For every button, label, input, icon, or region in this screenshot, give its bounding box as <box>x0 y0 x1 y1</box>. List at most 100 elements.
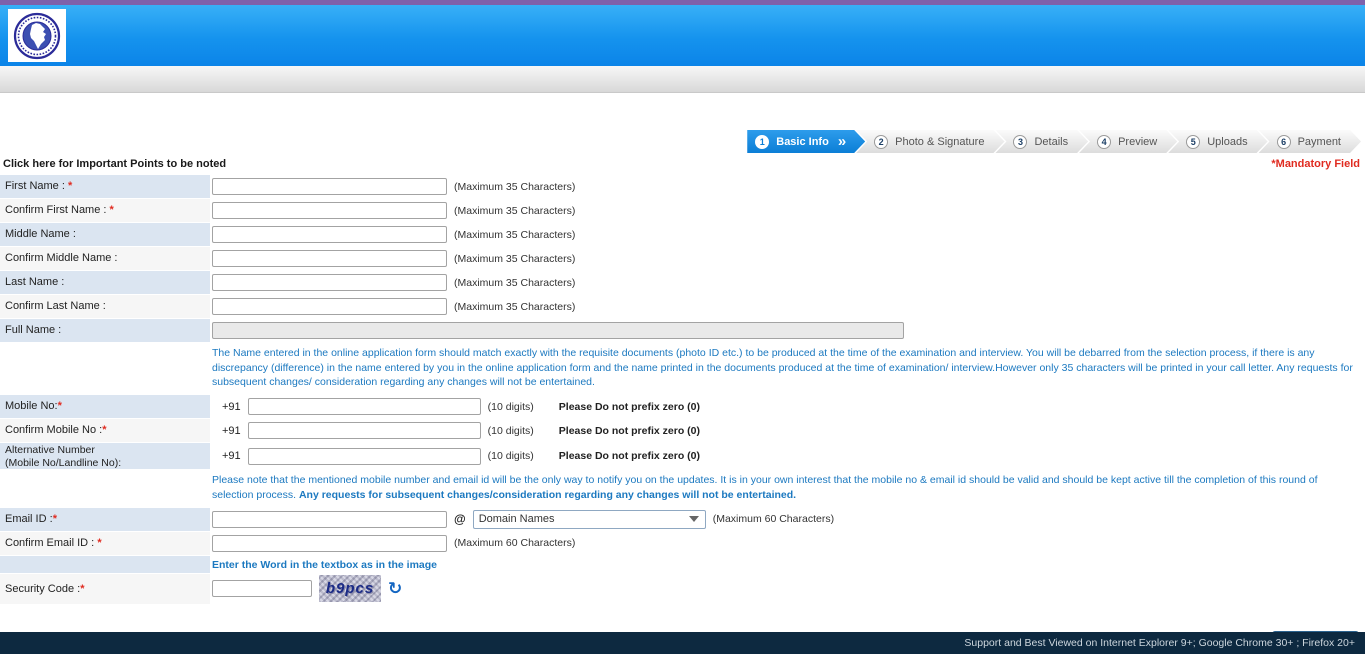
step-label: Photo & Signature <box>895 136 984 148</box>
form-row-full-name: Full Name : <box>0 319 1365 342</box>
step-label: Basic Info <box>776 136 829 148</box>
step-number-badge: 2 <box>874 135 888 149</box>
browser-support-note: Support and Best Viewed on Internet Expl… <box>964 637 1355 649</box>
header-banner <box>0 5 1365 66</box>
confirm-middle-name-label: Confirm Middle Name : <box>0 247 210 270</box>
form-row-security-code: Security Code :* b9pcs ↻ <box>0 574 1365 604</box>
confirm-middle-name-input[interactable] <box>212 250 447 267</box>
institute-seal-icon <box>12 12 62 60</box>
no-zero-warning: Please Do not prefix zero (0) <box>559 450 700 462</box>
digits-hint: (10 digits) <box>488 450 534 462</box>
max-chars-hint: (Maximum 35 Characters) <box>454 181 575 193</box>
step-number-badge: 4 <box>1097 135 1111 149</box>
step-label: Details <box>1034 136 1068 148</box>
first-name-input[interactable] <box>212 178 447 195</box>
phone-prefix: +91 <box>222 401 241 413</box>
first-name-label: First Name : * <box>0 175 210 198</box>
captcha-instruction-spacer <box>0 556 210 573</box>
form-row-confirm-first-name: Confirm First Name : * (Maximum 35 Chara… <box>0 199 1365 222</box>
footer-bar: Support and Best Viewed on Internet Expl… <box>0 632 1365 654</box>
form-row-confirm-mobile: Confirm Mobile No :* +91 (10 digits) Ple… <box>0 419 1365 442</box>
domain-names-dropdown[interactable]: Domain Names <box>473 510 706 529</box>
max-chars-hint: (Maximum 35 Characters) <box>454 205 575 217</box>
tab-uploads[interactable]: 5 Uploads <box>1168 130 1267 153</box>
step-number-badge: 3 <box>1013 135 1027 149</box>
confirm-last-name-input[interactable] <box>212 298 447 315</box>
chevron-down-icon <box>689 516 699 522</box>
email-label: Email ID :* <box>0 508 210 531</box>
security-code-input[interactable] <box>212 580 312 597</box>
middle-name-label: Middle Name : <box>0 223 210 246</box>
required-asterisk: * <box>80 583 84 595</box>
mobile-email-note: Please note that the mentioned mobile nu… <box>0 470 1365 507</box>
max-chars-hint: (Maximum 60 Characters) <box>713 513 834 525</box>
confirm-last-name-label: Confirm Last Name : <box>0 295 210 318</box>
captcha-image: b9pcs <box>319 575 381 602</box>
form-row-email: Email ID :* @ Domain Names (Maximum 60 C… <box>0 508 1365 531</box>
form-row-confirm-last-name: Confirm Last Name : (Maximum 35 Characte… <box>0 295 1365 318</box>
captcha-refresh-icon[interactable]: ↻ <box>388 580 402 597</box>
form-row-confirm-middle-name: Confirm Middle Name : (Maximum 35 Charac… <box>0 247 1365 270</box>
institute-logo <box>8 9 66 62</box>
confirm-email-input[interactable] <box>212 535 447 552</box>
subheader-line: Click here for Important Points to be no… <box>0 153 1365 175</box>
mandatory-field-note: *Mandatory Field <box>1271 158 1360 170</box>
step-label: Uploads <box>1207 136 1247 148</box>
form-row-first-name: First Name : * (Maximum 35 Characters) <box>0 175 1365 198</box>
max-chars-hint: (Maximum 35 Characters) <box>454 301 575 313</box>
required-asterisk: * <box>68 180 72 192</box>
last-name-input[interactable] <box>212 274 447 291</box>
confirm-mobile-label: Confirm Mobile No :* <box>0 419 210 442</box>
last-name-label: Last Name : <box>0 271 210 294</box>
step-number-badge: 6 <box>1277 135 1291 149</box>
step-label: Payment <box>1298 136 1341 148</box>
form-row-middle-name: Middle Name : (Maximum 35 Characters) <box>0 223 1365 246</box>
form-row-confirm-email: Confirm Email ID : * (Maximum 60 Charact… <box>0 532 1365 555</box>
domain-dropdown-value: Domain Names <box>479 513 555 525</box>
confirm-mobile-input[interactable] <box>248 422 481 439</box>
form-row-last-name: Last Name : (Maximum 35 Characters) <box>0 271 1365 294</box>
phone-prefix: +91 <box>222 425 241 437</box>
max-chars-hint: (Maximum 35 Characters) <box>454 277 575 289</box>
important-points-link[interactable]: Click here for Important Points to be no… <box>3 158 226 170</box>
required-asterisk: * <box>110 204 114 216</box>
mobile-input[interactable] <box>248 398 481 415</box>
digits-hint: (10 digits) <box>488 425 534 437</box>
name-match-note: The Name entered in the online applicati… <box>0 343 1365 395</box>
basic-info-form: First Name : * (Maximum 35 Characters) C… <box>0 175 1365 604</box>
alt-number-label: Alternative Number (Mobile No/Landline N… <box>0 443 210 469</box>
mobile-label: Mobile No:* <box>0 395 210 418</box>
digits-hint: (10 digits) <box>488 401 534 413</box>
form-row-alt-number: Alternative Number (Mobile No/Landline N… <box>0 443 1365 469</box>
tab-basic-info[interactable]: 1 Basic Info » <box>747 130 865 153</box>
required-asterisk: * <box>102 424 106 436</box>
phone-prefix: +91 <box>222 450 241 462</box>
no-zero-warning: Please Do not prefix zero (0) <box>559 401 700 413</box>
step-number-badge: 1 <box>755 135 769 149</box>
full-name-input <box>212 322 904 339</box>
at-symbol: @ <box>454 512 466 526</box>
alt-number-input[interactable] <box>248 448 481 465</box>
max-chars-hint: (Maximum 60 Characters) <box>454 537 575 549</box>
security-code-label: Security Code :* <box>0 574 210 604</box>
no-zero-warning: Please Do not prefix zero (0) <box>559 425 700 437</box>
step-label: Preview <box>1118 136 1157 148</box>
confirm-email-label: Confirm Email ID : * <box>0 532 210 555</box>
email-input[interactable] <box>212 511 447 528</box>
confirm-first-name-input[interactable] <box>212 202 447 219</box>
tab-details[interactable]: 3 Details <box>995 130 1088 153</box>
confirm-first-name-label: Confirm First Name : * <box>0 199 210 222</box>
mobile-note-bold-part: Any requests for subsequent changes/cons… <box>299 489 796 501</box>
form-row-mobile: Mobile No:* +91 (10 digits) Please Do no… <box>0 395 1365 418</box>
max-chars-hint: (Maximum 35 Characters) <box>454 229 575 241</box>
middle-name-input[interactable] <box>212 226 447 243</box>
required-asterisk: * <box>97 537 101 549</box>
tab-photo-signature[interactable]: 2 Photo & Signature <box>856 130 1004 153</box>
required-asterisk: * <box>53 513 57 525</box>
form-row-captcha-instruction: Enter the Word in the textbox as in the … <box>0 556 1365 573</box>
max-chars-hint: (Maximum 35 Characters) <box>454 253 575 265</box>
tab-preview[interactable]: 4 Preview <box>1079 130 1177 153</box>
header-shadow-bar <box>0 66 1365 93</box>
captcha-instruction: Enter the Word in the textbox as in the … <box>212 557 437 571</box>
tab-payment[interactable]: 6 Payment <box>1259 130 1361 153</box>
